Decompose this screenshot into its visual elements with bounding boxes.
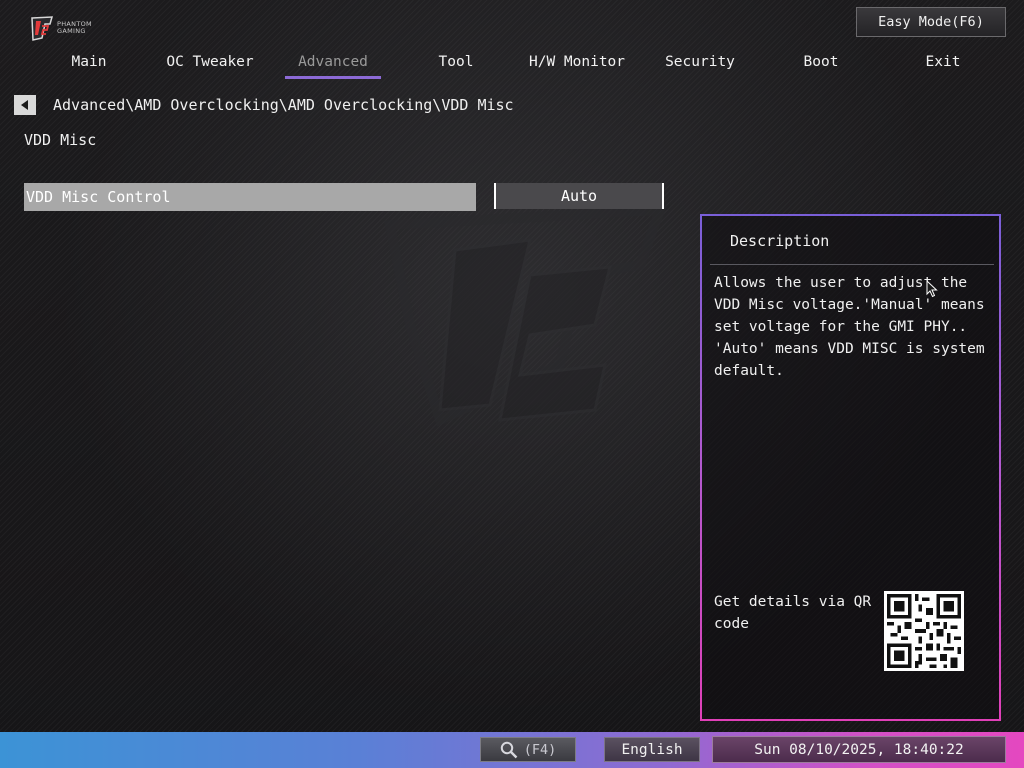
description-panel: Description Allows the user to adjust th… — [700, 214, 1001, 721]
description-text: Allows the user to adjust the VDD Misc v… — [714, 275, 985, 379]
watermark-logo-icon — [383, 205, 668, 427]
breadcrumb: Advanced\AMD Overclocking\AMD Overclocki… — [53, 96, 514, 114]
back-button[interactable] — [14, 95, 36, 115]
search-icon — [500, 741, 518, 758]
tab-oc-tweaker[interactable]: OC Tweaker — [160, 51, 260, 73]
page-title: VDD Misc — [24, 131, 97, 149]
easy-mode-button[interactable]: Easy Mode(F6) — [856, 7, 1006, 37]
qr-label: Get details via QR code — [714, 594, 872, 632]
phantom-gaming-logo-icon — [31, 16, 54, 41]
active-tab-indicator — [285, 76, 381, 79]
search-shortcut-label: (F4) — [523, 741, 557, 758]
description-title: Description — [730, 232, 830, 250]
tab-main[interactable]: Main — [58, 51, 120, 73]
mouse-pointer-icon — [926, 280, 938, 298]
vdd-misc-control-option[interactable]: VDD Misc Control — [24, 183, 476, 211]
description-divider — [710, 264, 994, 265]
tab-hw-monitor[interactable]: H/W Monitor — [527, 51, 627, 73]
tab-boot[interactable]: Boot — [790, 51, 852, 73]
qr-code-icon — [884, 591, 964, 671]
tab-tool[interactable]: Tool — [425, 51, 487, 73]
back-arrow-icon — [21, 100, 28, 110]
vdd-misc-control-value[interactable]: Auto — [494, 183, 664, 209]
search-button[interactable]: (F4) — [480, 737, 576, 762]
tab-exit[interactable]: Exit — [912, 51, 974, 73]
logo-text: PHANTOM GAMING — [57, 21, 92, 35]
phantom-gaming-logo: PHANTOM GAMING — [30, 16, 110, 44]
language-button[interactable]: English — [604, 737, 700, 762]
tab-advanced[interactable]: Advanced — [285, 51, 381, 73]
datetime-display[interactable]: Sun 08/10/2025, 18:40:22 — [712, 736, 1006, 763]
logo-text-line-2: GAMING — [57, 27, 86, 35]
tab-security[interactable]: Security — [655, 51, 745, 73]
